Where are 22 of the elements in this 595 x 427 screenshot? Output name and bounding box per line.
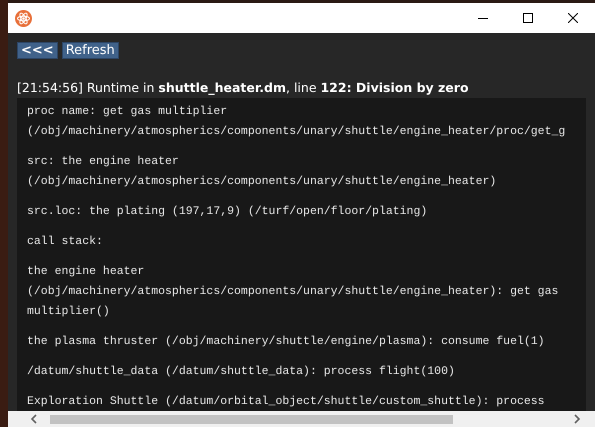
scroll-right-icon[interactable] [573,414,581,424]
log-line: (/obj/machinery/atmospherics/components/unary/shuttle/engine_heater) [27,174,498,190]
atom-logo-icon [15,10,32,26]
log-line: proc name: get gas multiplier [27,104,228,120]
log-line: /datum/shuttle_data (/datum/shuttle_data): process flight(100) [27,364,456,380]
error-heading: [21:54:56] Runtime in shuttle_heater.dm, line 122: Division by zero [17,80,470,96]
log-line: src.loc: the plating (197,17,9) (/turf/open/floor/plating) [27,204,428,220]
log-line: the plasma thruster (/obj/machinery/shuttle/engine/plasma): consume fuel(1) [27,334,546,350]
maximize-icon [522,13,532,23]
log-line: src: the engine heater [27,154,180,170]
log-line: (/obj/machinery/atmospherics/components/unary/shuttle/engine_heater/proc/get_g [27,124,566,140]
scroll-left-icon[interactable] [30,414,38,424]
log-line: Exploration Shuttle (/datum/orbital_object/shuttle/custom_shuttle): process [27,394,546,410]
back-button[interactable]: <<< [17,42,58,59]
log-line: call stack: [27,234,104,250]
close-icon [568,13,578,23]
log-line: (/obj/machinery/atmospherics/components/unary/shuttle/engine_heater): get gas [27,284,560,300]
horizontal-scrollbar[interactable] [8,411,595,427]
log-line: multiplier() [27,304,111,320]
refresh-button[interactable]: Refresh [62,42,119,59]
log-line: the engine heater [27,264,146,280]
scroll-thumb[interactable] [50,414,453,424]
